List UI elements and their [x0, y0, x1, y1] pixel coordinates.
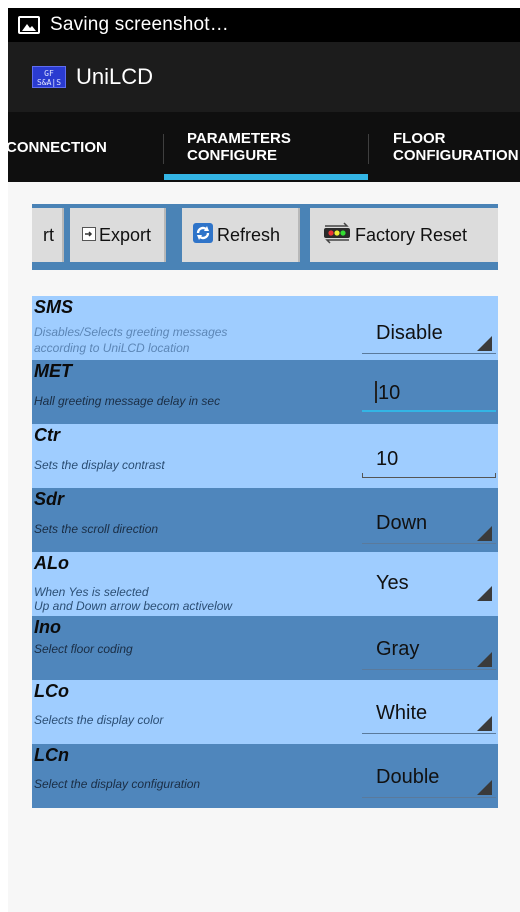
alo-spinner[interactable]: Yes [362, 560, 496, 604]
factory-reset-button[interactable]: Factory Reset [310, 208, 498, 262]
tab-parameters-configure[interactable]: PARAMETERS CONFIGURE [187, 112, 291, 182]
spinner-underline [362, 603, 496, 604]
sdr-spinner[interactable]: Down [362, 500, 496, 544]
parameter-row-sdr: Sdr Sets the scroll direction Down [32, 488, 498, 552]
dropdown-triangle-icon [477, 526, 492, 541]
tab-floor-configuration[interactable]: FLOOR CONFIGURATION [393, 112, 519, 182]
tab-divider [368, 134, 369, 164]
input-value: 10 [376, 448, 399, 470]
app-title: UniLCD [76, 64, 154, 89]
parameter-row-lcn: LCn Select the display configuration Dou… [32, 744, 498, 808]
spinner-underline [362, 543, 496, 544]
status-bar: Saving screenshot… [8, 8, 520, 42]
parameter-name: SMS [34, 297, 74, 317]
dropdown-triangle-icon [477, 586, 492, 601]
text-cursor [375, 381, 377, 403]
parameter-name: Sdr [34, 489, 65, 509]
input-underline-tick [495, 473, 496, 478]
parameter-description: Select the display configuration [34, 777, 201, 791]
parameter-description: Hall greeting message delay in sec [34, 394, 221, 408]
refresh-button[interactable]: Refresh [182, 208, 300, 262]
parameter-description-line2: Up and Down arrow becom activelow [34, 599, 233, 613]
parameter-list: SMS Disables/Selects greeting messages a… [32, 296, 498, 808]
action-toolbar: rt Export Refresh Factory Reset [32, 204, 498, 270]
parameter-row-ino: Ino Select floor coding Gray [32, 616, 498, 680]
spinner-value: White [376, 702, 428, 724]
tab-connection-label: CONNECTION [8, 138, 107, 156]
ctr-input[interactable]: 10 [362, 434, 496, 478]
parameter-name: Ctr [34, 425, 60, 445]
input-underline [362, 477, 496, 478]
spinner-value: Disable [376, 322, 443, 344]
parameter-name: MET [34, 361, 72, 381]
parameter-name: LCo [34, 681, 69, 701]
screenshot-image-icon [18, 16, 40, 34]
parameter-name: Ino [34, 617, 61, 637]
refresh-button-label: Refresh [217, 224, 281, 245]
met-input[interactable]: 10 [362, 368, 496, 412]
ino-spinner[interactable]: Gray [362, 626, 496, 670]
parameter-description: Sets the display contrast [34, 458, 165, 472]
app-logo-icon[interactable]: GF S&A|S [32, 66, 66, 88]
spinner-underline [362, 797, 496, 798]
spinner-value: Yes [376, 572, 409, 594]
parameter-description: Disables/Selects greeting messages [34, 325, 228, 339]
tab-floor-label-line2: CONFIGURATION [393, 147, 519, 164]
parameter-row-ctr: Ctr Sets the display contrast 10 [32, 424, 498, 488]
lco-spinner[interactable]: White [362, 690, 496, 734]
factory-reset-icon [322, 221, 352, 249]
parameter-description: Sets the scroll direction [34, 522, 159, 536]
input-underline-focused [362, 410, 496, 412]
tab-bar: CONNECTION PARAMETERS CONFIGURE FLOOR CO… [8, 112, 520, 182]
parameter-row-alo: ALo When Yes is selected Up and Down arr… [32, 552, 498, 616]
spinner-value: Down [376, 512, 428, 534]
factory-reset-button-label: Factory Reset [355, 224, 468, 245]
parameter-name: ALo [34, 553, 69, 573]
parameter-row-sms: SMS Disables/Selects greeting messages a… [32, 296, 498, 360]
sms-spinner[interactable]: Disable [362, 310, 496, 354]
tab-divider [163, 134, 164, 164]
spinner-underline [362, 353, 496, 354]
spinner-value: Double [376, 766, 440, 788]
import-button[interactable]: rt [32, 208, 64, 262]
parameter-row-met: MET Hall greeting message delay in sec 1… [32, 360, 498, 424]
parameter-description: Select floor coding [34, 642, 133, 656]
export-button-label: Export [99, 224, 152, 245]
parameter-description-line2: according to UniLCD location [34, 341, 190, 355]
tab-connection[interactable]: CONNECTION [8, 112, 107, 182]
export-icon [82, 225, 96, 246]
dropdown-triangle-icon [477, 780, 492, 795]
dropdown-triangle-icon [477, 716, 492, 731]
export-button[interactable]: Export [70, 208, 166, 262]
dropdown-triangle-icon [477, 652, 492, 667]
status-text: Saving screenshot… [50, 14, 229, 35]
import-button-label: rt [43, 224, 54, 245]
spinner-underline [362, 669, 496, 670]
input-underline-tick [362, 473, 363, 478]
parameter-description: Selects the display color [34, 713, 164, 727]
phone-screen: Saving screenshot… GF S&A|S UniLCD CONNEC… [8, 8, 520, 912]
action-bar: GF S&A|S UniLCD [8, 42, 520, 112]
selected-tab-indicator [164, 174, 368, 180]
parameter-row-lco: LCo Selects the display color White [32, 680, 498, 744]
tab-parameters-label-line2: CONFIGURE [187, 147, 277, 164]
spinner-value: Gray [376, 638, 420, 660]
lcn-spinner[interactable]: Double [362, 754, 496, 798]
refresh-icon [192, 222, 214, 249]
input-value: 10 [378, 382, 401, 404]
tab-parameters-label-line1: PARAMETERS [187, 130, 291, 147]
parameter-name: LCn [34, 745, 69, 765]
tab-floor-label-line1: FLOOR [393, 130, 446, 147]
dropdown-triangle-icon [477, 336, 492, 351]
parameter-description: When Yes is selected [34, 585, 149, 599]
spinner-underline [362, 733, 496, 734]
